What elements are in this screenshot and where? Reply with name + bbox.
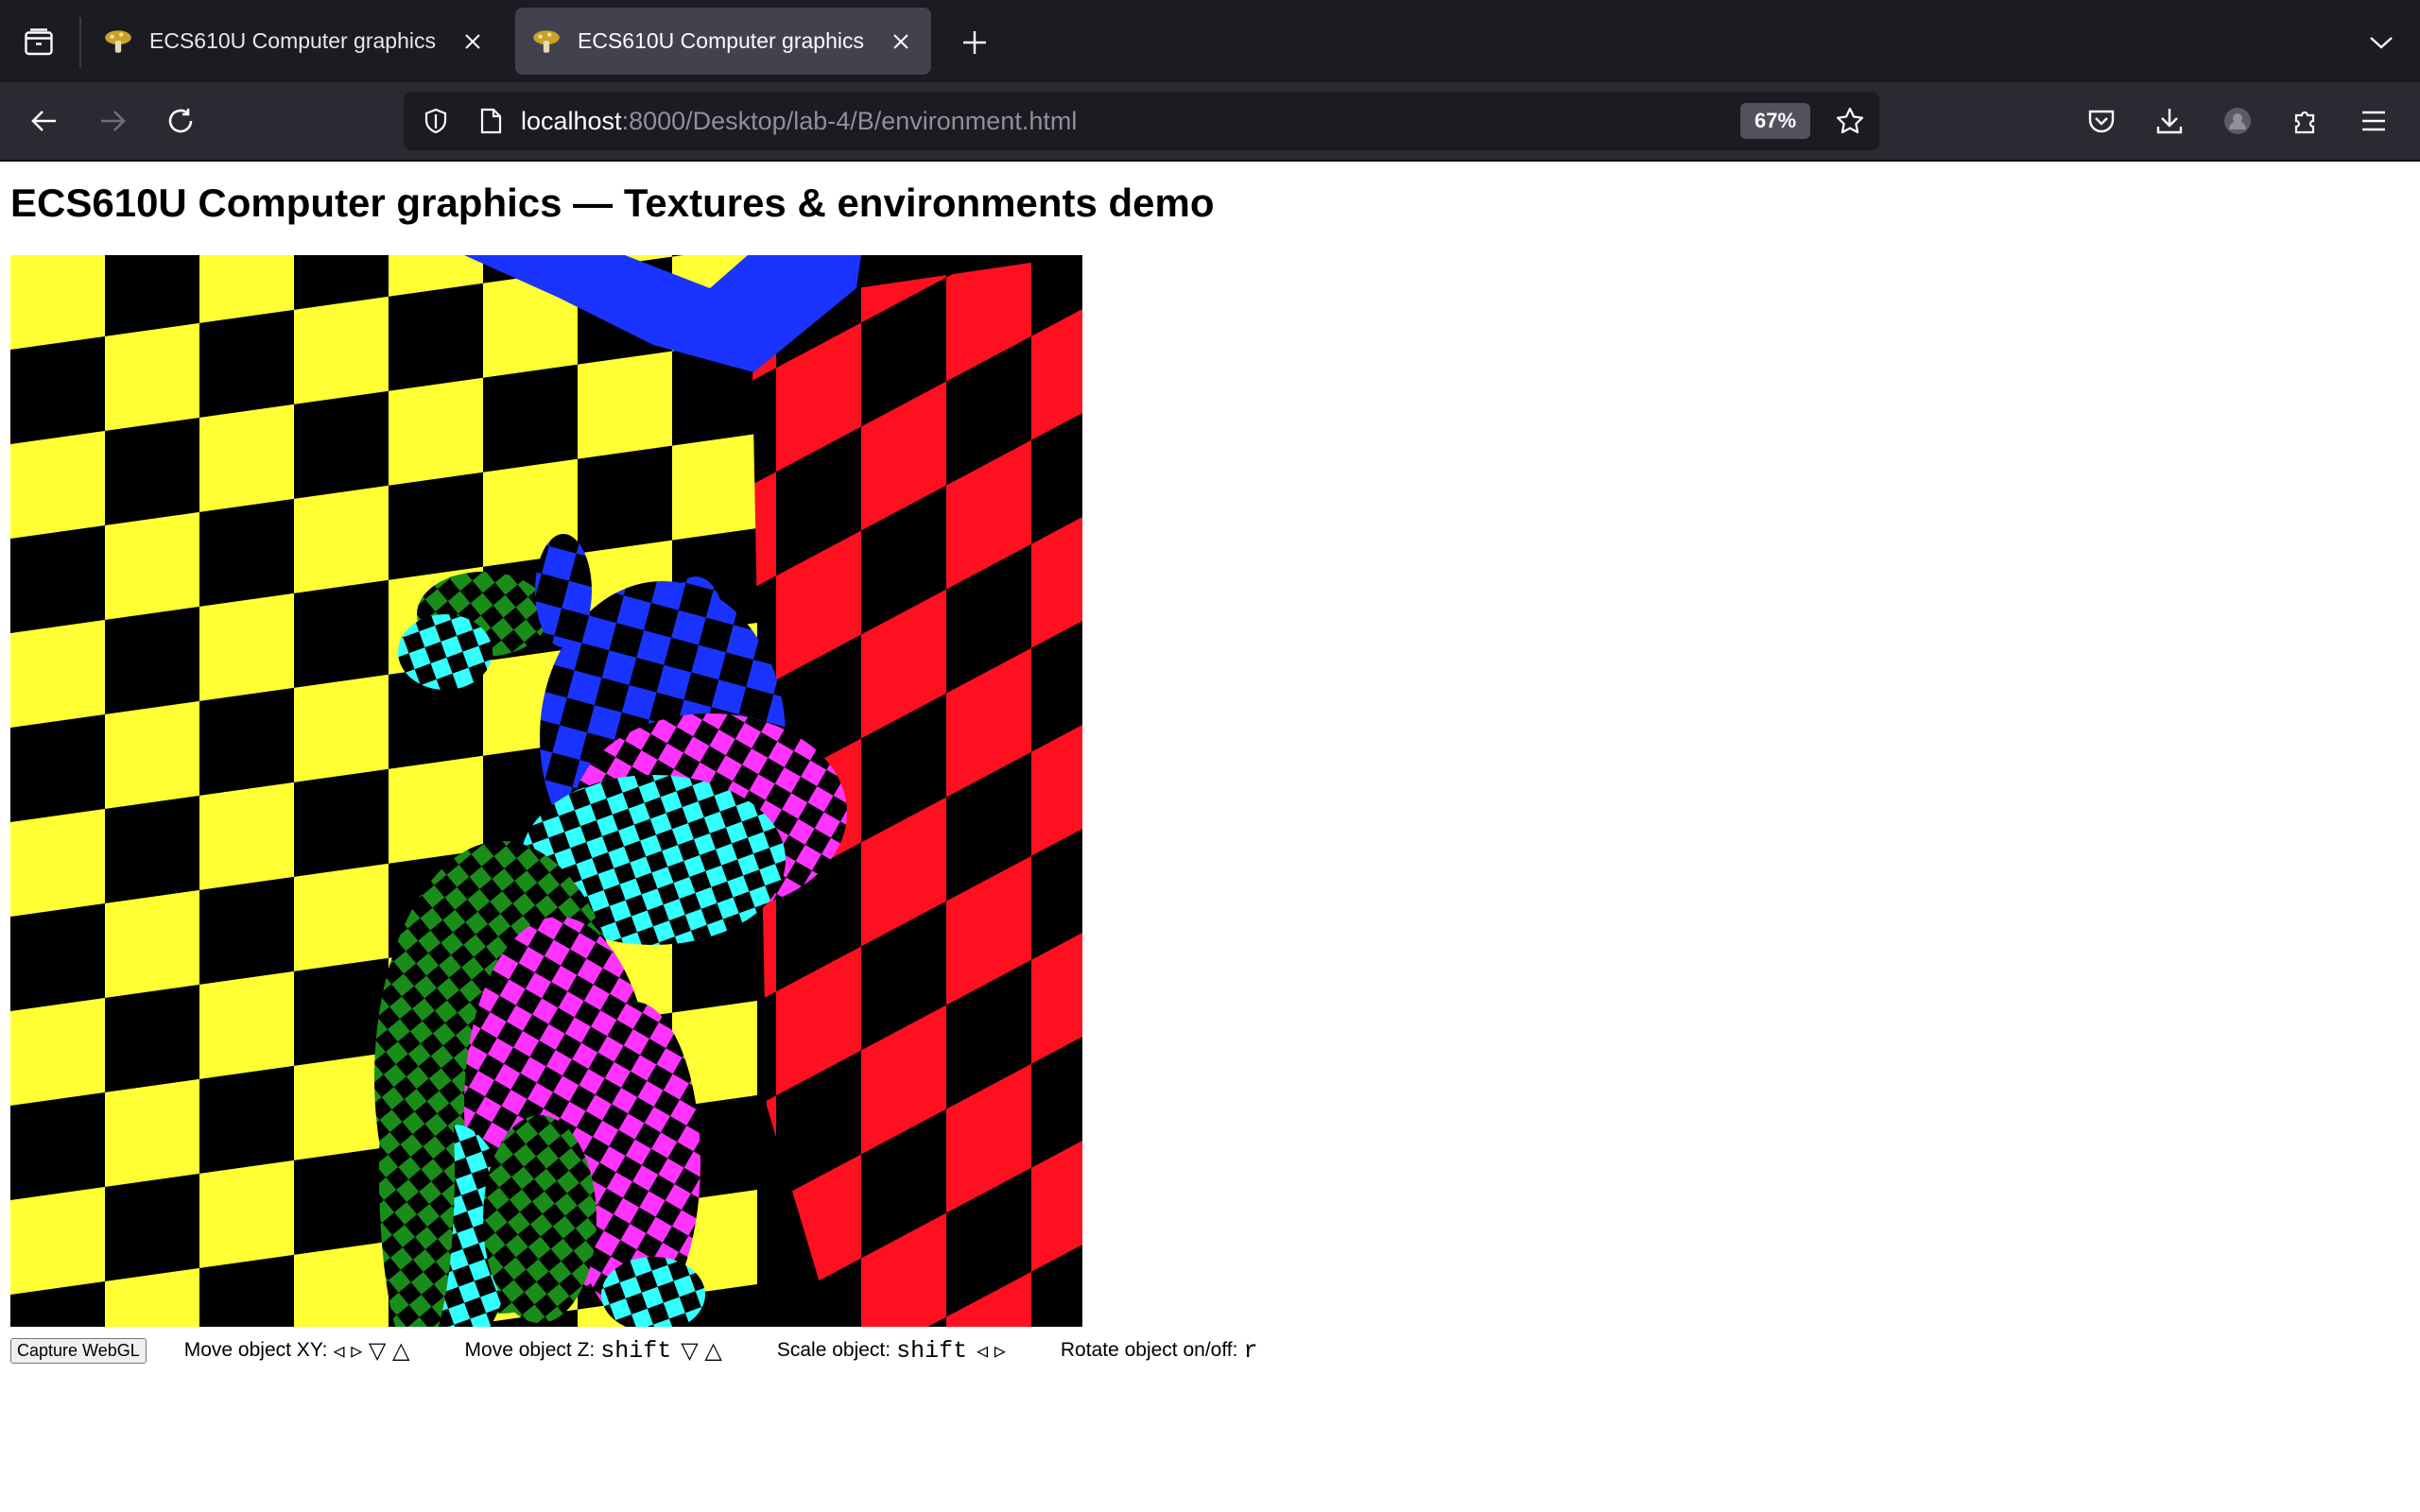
controls-bar: Capture WebGL Move object XY: ◃ ▹ ▽ △ Mo…: [10, 1333, 1310, 1367]
star-bookmark-icon[interactable]: [1829, 100, 1871, 142]
tracking-protection-shield-icon[interactable]: [415, 100, 457, 142]
control-label: Move object Z:: [464, 1339, 596, 1361]
url-path: :8000/Desktop/lab-4/B/environment.html: [621, 107, 1078, 135]
move-z-control: Move object Z: shift ▽ △: [465, 1337, 728, 1365]
page-content: ECS610U Computer graphics — Textures & e…: [0, 162, 2420, 1512]
new-tab-plus-icon[interactable]: [955, 23, 994, 62]
page-info-icon[interactable]: [470, 100, 511, 142]
control-label: Move object XY:: [183, 1339, 328, 1361]
arrow-keys-icon: ▽ △: [681, 1337, 722, 1364]
forward-arrow-icon[interactable]: [91, 99, 134, 143]
zoom-level-badge[interactable]: 67%: [1740, 103, 1810, 139]
move-xy-control: Move object XY: ◃ ▹ ▽ △: [184, 1337, 416, 1365]
account-avatar-icon[interactable]: [2216, 99, 2259, 143]
download-icon[interactable]: [2148, 99, 2191, 143]
tab-title: ECS610U Computer graphics: [149, 28, 436, 53]
arrow-keys-icon: ◃ ▹ ▽ △: [333, 1337, 410, 1364]
control-key: shift: [600, 1336, 672, 1365]
capture-webgl-button[interactable]: Capture WebGL: [10, 1337, 147, 1364]
control-label: Scale object:: [776, 1339, 891, 1361]
navigation-toolbar: localhost:8000/Desktop/lab-4/B/environme…: [0, 82, 2420, 162]
mushroom-favicon-icon: [530, 26, 562, 58]
tab-overview-icon[interactable]: [17, 21, 60, 64]
tab-1[interactable]: ECS610U Computer graphics: [87, 8, 503, 75]
mushroom-favicon-icon: [102, 26, 134, 58]
extensions-puzzle-icon[interactable]: [2284, 99, 2327, 143]
url-host: localhost: [521, 107, 622, 135]
tab-2[interactable]: ECS610U Computer graphics: [515, 8, 931, 75]
control-label: Rotate object on/off:: [1060, 1339, 1238, 1361]
control-key: r: [1243, 1336, 1258, 1365]
rotate-control: Rotate object on/off: r: [1061, 1337, 1262, 1365]
tab-divider: [79, 17, 81, 68]
arrow-keys-icon: ◃ ▹: [977, 1337, 1006, 1364]
back-arrow-icon[interactable]: [23, 99, 66, 143]
pocket-icon[interactable]: [2080, 99, 2123, 143]
close-icon[interactable]: [454, 23, 492, 60]
tab-title: ECS610U Computer graphics: [578, 28, 864, 53]
reload-icon[interactable]: [159, 99, 202, 143]
page-title: ECS610U Computer graphics — Textures & e…: [10, 180, 1215, 225]
tab-bar: ECS610U Computer graphics ECS610U Comput…: [0, 0, 2420, 82]
control-key: shift: [896, 1336, 968, 1365]
scale-control: Scale object: shift ◃ ▹: [777, 1337, 1011, 1365]
webgl-canvas[interactable]: [10, 255, 1082, 1361]
close-icon[interactable]: [882, 23, 920, 60]
chevron-down-icon[interactable]: [2361, 23, 2401, 62]
url-bar[interactable]: localhost:8000/Desktop/lab-4/B/environme…: [404, 92, 1879, 150]
hamburger-menu-icon[interactable]: [2352, 99, 2395, 143]
url-text[interactable]: localhost:8000/Desktop/lab-4/B/environme…: [521, 92, 1077, 150]
